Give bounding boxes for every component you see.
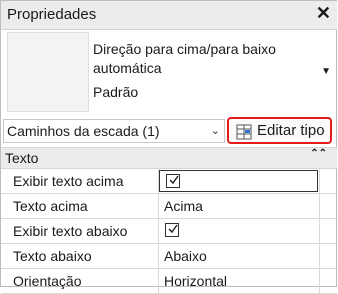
collapse-icon[interactable]: ⌃⌃ [310,148,327,159]
property-value-cell[interactable] [159,219,319,243]
row-tail [319,269,338,293]
exibir-texto-acima-checkbox[interactable] [166,174,180,188]
property-name: Texto abaixo [7,244,159,268]
title-bar: Propriedades ✕ [1,1,337,30]
instance-filter-select[interactable]: Caminhos da escada (1) ⌄ [3,119,225,143]
properties-panel: Propriedades ✕ Direção para cima/para ba… [0,0,337,294]
row-tail [319,219,338,243]
type-selector[interactable]: Direção para cima/para baixo automática … [5,30,335,116]
row-tail [319,169,338,193]
selector-row: Caminhos da escada (1) ⌄ Editar tipo [1,117,337,145]
group-label: Texto [5,150,39,166]
type-name: Direção para cima/para baixo automática [93,41,276,76]
property-value[interactable]: Acima [159,194,319,218]
group-header-texto[interactable]: Texto ⌃⌃ [1,147,337,169]
edit-type-label: Editar tipo [257,122,325,139]
property-name: Orientação [7,269,159,293]
exibir-texto-abaixo-checkbox[interactable] [165,223,179,237]
edit-type-icon [235,123,253,146]
property-row: Exibir texto abaixo [1,219,337,244]
type-subtitle: Padrão [93,84,139,100]
panel-title: Propriedades [7,6,97,23]
properties-grid: Texto ⌃⌃ Exibir texto acima Texto acima … [1,147,337,294]
property-name: Texto acima [7,194,159,218]
property-row: Texto abaixo Abaixo [1,244,337,269]
property-row: Orientação Horizontal [1,269,337,294]
property-row: Exibir texto acima [1,169,337,194]
row-tail [319,194,338,218]
property-name: Exibir texto acima [7,169,159,193]
property-value[interactable]: Abaixo [159,244,319,268]
close-icon[interactable]: ✕ [316,3,331,24]
property-name: Exibir texto abaixo [7,219,159,243]
chevron-down-icon[interactable]: ⌄ [211,120,220,142]
property-value-cell[interactable] [159,170,318,192]
property-row: Texto acima Acima [1,194,337,219]
edit-type-button[interactable]: Editar tipo [227,117,332,144]
property-value[interactable]: Horizontal [159,269,319,293]
dropdown-arrow-icon[interactable]: ▼ [321,66,331,77]
instance-filter-value: Caminhos da escada (1) [7,123,160,139]
row-tail [319,244,338,268]
type-preview-image [7,32,89,112]
